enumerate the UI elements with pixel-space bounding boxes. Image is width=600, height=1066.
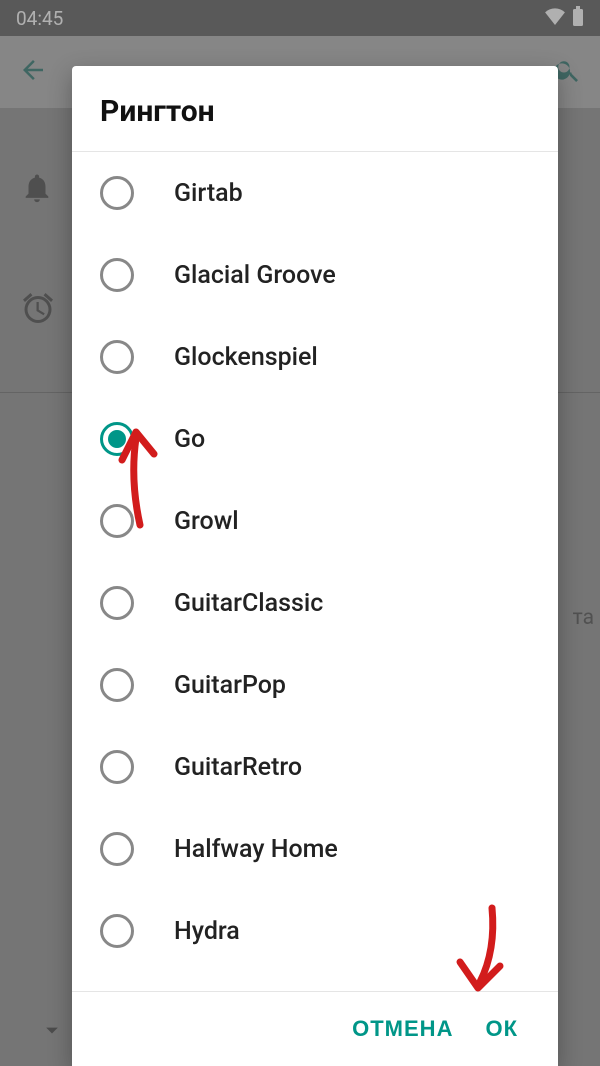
- ringtone-option[interactable]: Halfway Home: [72, 808, 558, 890]
- radio-icon: [100, 668, 134, 702]
- radio-icon: [100, 258, 134, 292]
- ringtone-option[interactable]: GuitarRetro: [72, 726, 558, 808]
- ringtone-option-label: Glockenspiel: [174, 343, 318, 372]
- ringtone-option[interactable]: Glacial Groove: [72, 234, 558, 316]
- ringtone-option-label: GuitarPop: [174, 671, 286, 700]
- ringtone-option-label: Halfway Home: [174, 835, 338, 864]
- ringtone-option-label: Girtab: [174, 179, 243, 208]
- ringtone-option-label: Growl: [174, 507, 239, 536]
- radio-icon: [100, 340, 134, 374]
- cancel-button[interactable]: ОТМЕНА: [352, 1016, 453, 1042]
- radio-icon: [100, 504, 134, 538]
- ringtone-option-label: GuitarRetro: [174, 753, 302, 782]
- radio-icon: [100, 914, 134, 948]
- ringtone-option[interactable]: Hydra: [72, 890, 558, 972]
- ringtone-option[interactable]: Go: [72, 398, 558, 480]
- ok-button[interactable]: ОК: [485, 1016, 518, 1042]
- ringtone-option-label: Glacial Groove: [174, 261, 336, 290]
- ringtone-option[interactable]: Glockenspiel: [72, 316, 558, 398]
- ringtone-option[interactable]: GuitarPop: [72, 644, 558, 726]
- ringtone-dialog: Рингтон Girtab Glacial Groove Glockenspiel…: [72, 66, 558, 1066]
- ringtone-option[interactable]: GuitarClassic: [72, 562, 558, 644]
- ringtone-option[interactable]: Girtab: [72, 152, 558, 234]
- ringtone-option-label: Go: [174, 425, 205, 454]
- radio-icon: [100, 176, 134, 210]
- dialog-actions: ОТМЕНА ОК: [72, 991, 558, 1066]
- ringtone-option[interactable]: Growl: [72, 480, 558, 562]
- ringtone-options-list: Girtab Glacial Groove Glockenspiel Go Growl G…: [72, 152, 558, 991]
- radio-icon: [100, 586, 134, 620]
- radio-icon: [100, 832, 134, 866]
- ringtone-option-label: Hydra: [174, 917, 240, 946]
- radio-icon: [100, 750, 134, 784]
- radio-icon: [100, 422, 134, 456]
- ringtone-option-label: GuitarClassic: [174, 589, 323, 618]
- dialog-title: Рингтон: [72, 66, 558, 152]
